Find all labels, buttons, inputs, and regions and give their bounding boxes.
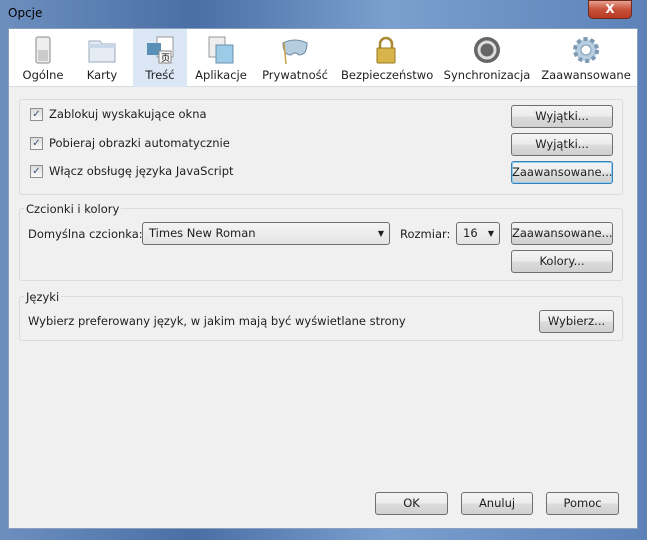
load-images-label: Pobieraj obrazki automatycznie	[49, 136, 230, 150]
chevron-down-icon: ▼	[487, 229, 494, 238]
mask-icon	[282, 39, 308, 65]
svg-text:页: 页	[161, 53, 170, 64]
close-button[interactable]: X	[588, 0, 632, 19]
tab-applications[interactable]: Aplikacje	[193, 29, 249, 87]
window-title: Opcje	[8, 6, 43, 20]
tab-label: Prywatność	[262, 68, 328, 82]
languages-description: Wybierz preferowany język, w jakim mają …	[28, 314, 406, 328]
tab-sync[interactable]: Synchronizacja	[443, 29, 531, 87]
tab-label: Aplikacje	[195, 68, 247, 82]
category-toolbar: Ogólne Karty 页 Treść Aplikacje Prywatnoś…	[9, 29, 637, 87]
font-size-select[interactable]: 16 ▼	[456, 222, 500, 245]
switch-icon	[35, 36, 51, 64]
tab-advanced[interactable]: Zaawansowane	[541, 29, 631, 87]
tab-label: Ogólne	[22, 68, 64, 82]
size-label: Rozmiar:	[400, 227, 451, 241]
colors-button[interactable]: Kolory...	[511, 250, 613, 273]
tab-general[interactable]: Ogólne	[20, 29, 66, 87]
content-icon: 页	[147, 36, 174, 64]
fonts-advanced-button[interactable]: Zaawansowane...	[511, 222, 613, 245]
fonts-group-title: Czcionki i kolory	[24, 202, 122, 216]
tab-tabs[interactable]: Karty	[79, 29, 125, 87]
image-exceptions-button[interactable]: Wyjątki...	[511, 133, 613, 156]
cancel-button[interactable]: Anuluj	[461, 492, 533, 515]
tab-label: Zaawansowane	[541, 68, 631, 82]
options-dialog: Ogólne Karty 页 Treść Aplikacje Prywatnoś…	[8, 28, 638, 529]
font-size-value: 16	[463, 226, 478, 240]
tab-label: Treść	[145, 68, 175, 82]
tab-label: Synchronizacja	[443, 68, 531, 82]
applications-icon	[208, 36, 234, 64]
javascript-advanced-button[interactable]: Zaawansowane...	[511, 161, 613, 184]
folder-tabs-icon	[88, 40, 116, 63]
default-font-label: Domyślna czcionka:	[28, 227, 143, 241]
gear-icon	[573, 37, 599, 63]
ok-button[interactable]: OK	[375, 492, 448, 515]
javascript-checkbox[interactable]: ✓	[30, 165, 43, 178]
sync-icon	[474, 37, 500, 63]
tab-label: Bezpieczeństwo	[341, 68, 434, 82]
chevron-down-icon: ▼	[377, 229, 384, 238]
default-font-value: Times New Roman	[149, 226, 256, 240]
javascript-label: Włącz obsługę języka JavaScript	[49, 164, 234, 178]
languages-group-title: Języki	[24, 290, 62, 304]
default-font-select[interactable]: Times New Roman ▼	[142, 222, 390, 245]
help-button[interactable]: Pomoc	[546, 492, 619, 515]
block-popups-label: Zablokuj wyskakujące okna	[49, 107, 207, 121]
tab-privacy[interactable]: Prywatność	[259, 29, 331, 87]
padlock-icon	[376, 36, 396, 64]
tab-label: Karty	[86, 68, 118, 82]
tab-security[interactable]: Bezpieczeństwo	[341, 29, 434, 87]
block-popups-checkbox[interactable]: ✓	[30, 108, 43, 121]
tab-content[interactable]: 页 Treść	[133, 29, 187, 87]
choose-language-button[interactable]: Wybierz...	[539, 310, 614, 333]
load-images-checkbox[interactable]: ✓	[30, 137, 43, 150]
popup-exceptions-button[interactable]: Wyjątki...	[511, 105, 613, 128]
